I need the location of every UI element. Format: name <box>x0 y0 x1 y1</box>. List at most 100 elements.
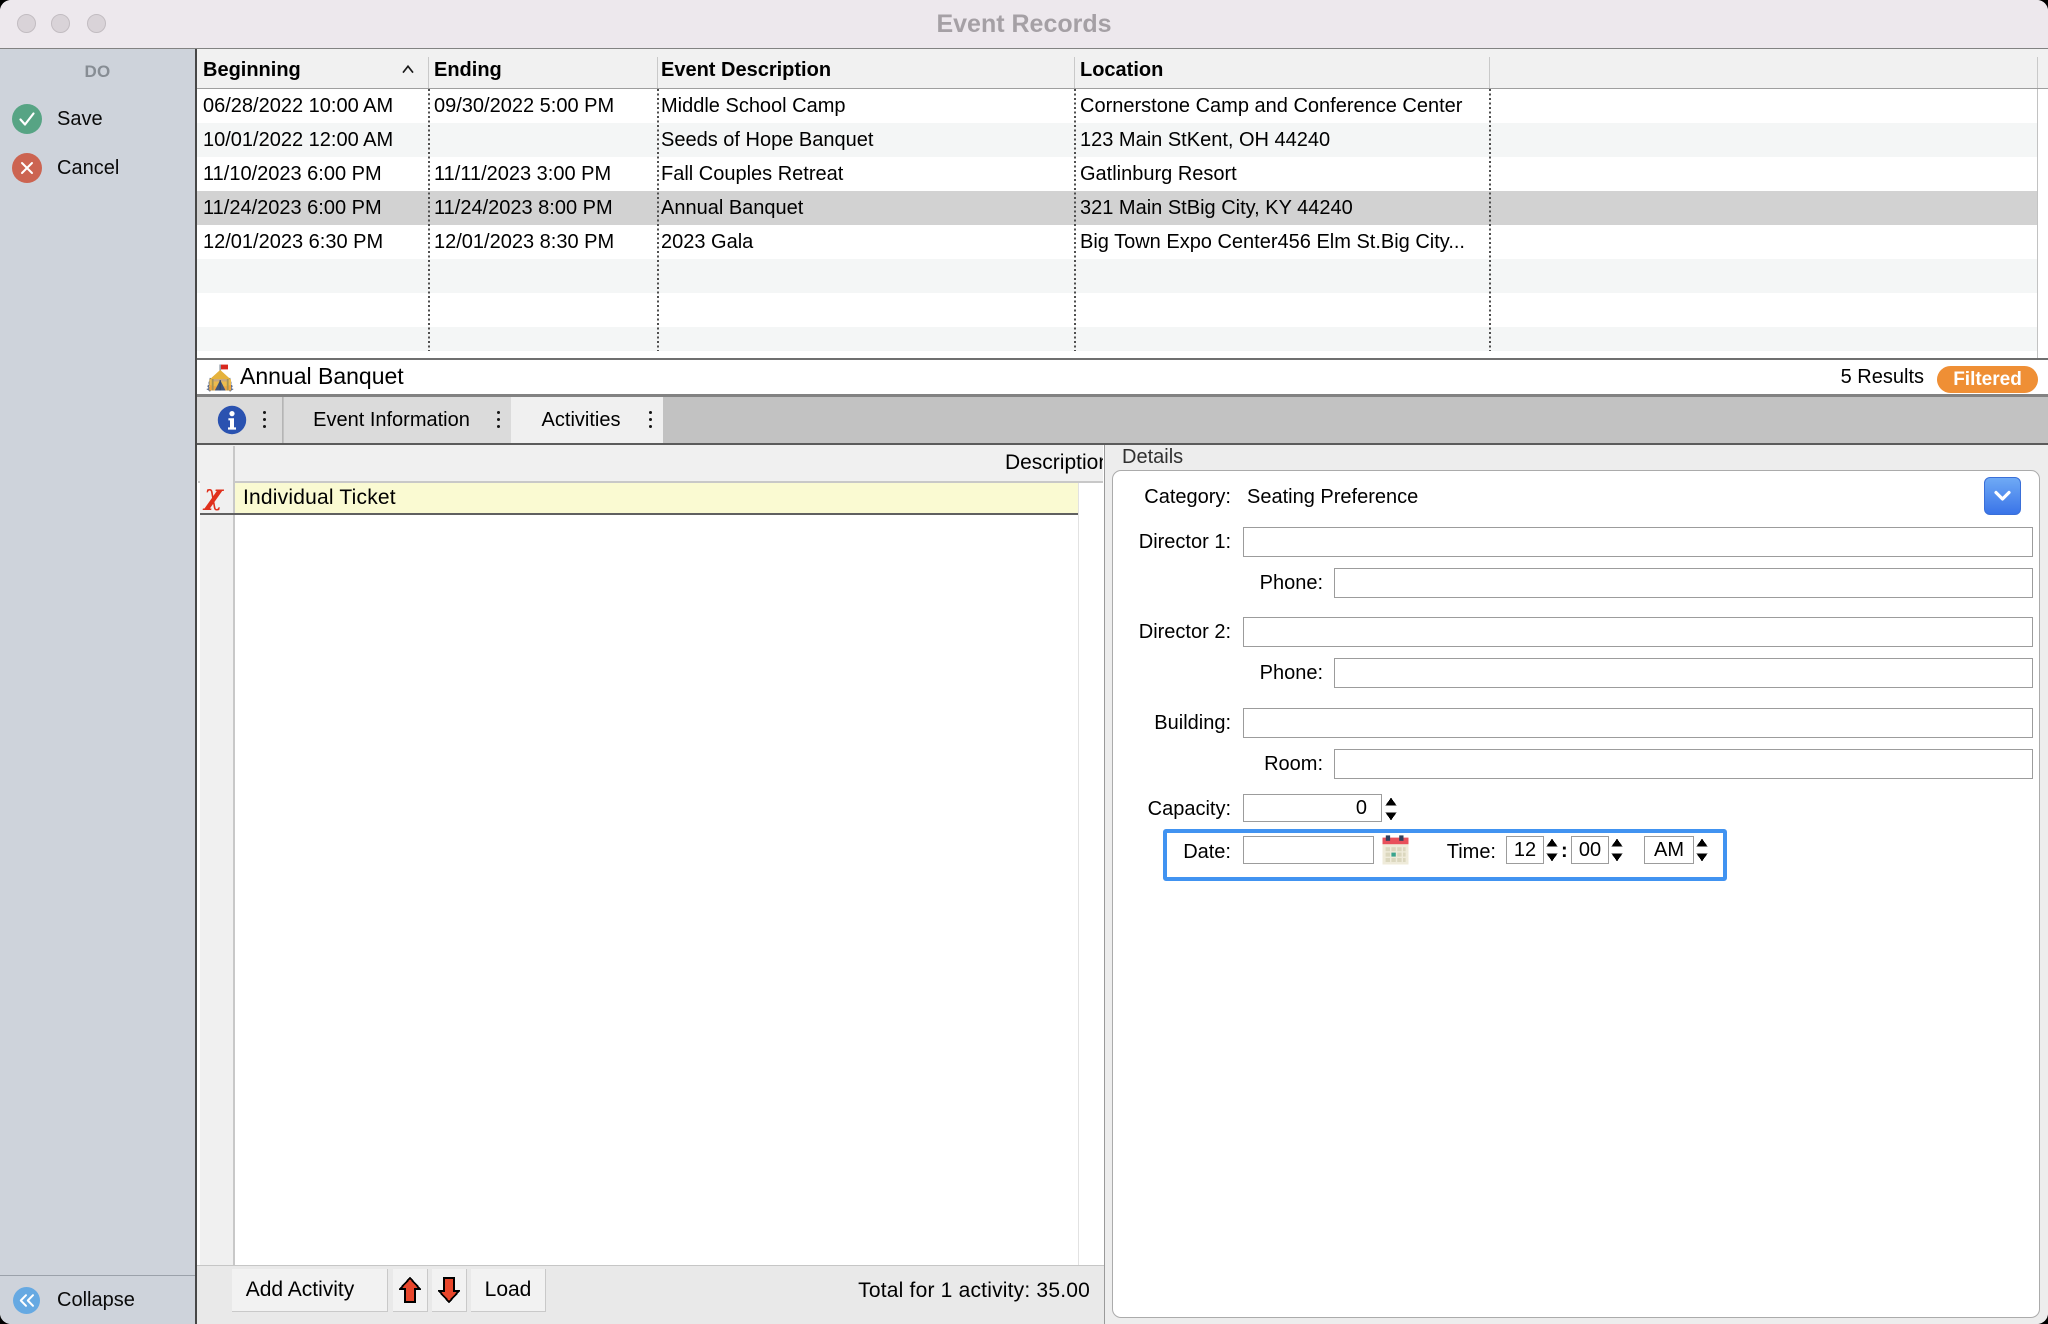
building-label: Building: <box>1154 712 1231 734</box>
table-row[interactable]: 10/01/2022 12:00 AM Seeds of Hope Banque… <box>197 123 2037 157</box>
activities-list-header: Description <box>197 445 1103 481</box>
time-minute-stepper[interactable] <box>1611 838 1623 867</box>
phone2-label: Phone: <box>1259 662 1323 684</box>
column-header-location[interactable]: Location <box>1080 59 1163 82</box>
cancel-button-label: Cancel <box>57 157 120 179</box>
table-scrollbar-track[interactable] <box>2037 89 2048 358</box>
minimize-window-button[interactable] <box>50 14 70 33</box>
tab-event-information[interactable]: Event Information <box>284 397 511 443</box>
cancel-x-icon <box>12 153 42 183</box>
tab-activities-menu-icon[interactable] <box>649 411 653 428</box>
activities-list-panel: Description χ Individual Ticket Add Acti… <box>197 445 1105 1324</box>
move-up-button[interactable] <box>393 1269 428 1312</box>
tab-event-information-label: Event Information <box>313 409 470 431</box>
zoom-window-button[interactable] <box>86 14 106 33</box>
sort-ascending-icon <box>401 62 415 80</box>
info-menu-dots-icon[interactable] <box>263 411 267 428</box>
cell-ending <box>434 123 659 157</box>
description-column-header[interactable]: Description <box>1005 445 1103 481</box>
cell-beginning: 10/01/2022 12:00 AM <box>203 129 394 151</box>
results-count: 5 Results <box>1840 366 1924 388</box>
collapse-button-label: Collapse <box>57 1289 135 1311</box>
table-row[interactable]: 12/01/2023 6:30 PM 12/01/2023 8:30 PM 20… <box>197 225 2037 259</box>
save-button[interactable]: Save <box>12 104 195 134</box>
category-value: Seating Preference <box>1247 486 1419 508</box>
time-minute-input[interactable] <box>1571 836 1609 864</box>
date-input[interactable] <box>1243 836 1374 864</box>
director1-label: Director 1: <box>1138 531 1231 553</box>
time-meridiem-input[interactable] <box>1644 836 1694 864</box>
info-icon[interactable] <box>217 405 247 435</box>
capacity-input[interactable] <box>1243 794 1382 822</box>
sidebar <box>0 49 195 1324</box>
event-records-window: Event Records DO Save Cancel Collapse Be… <box>0 0 2048 1324</box>
date-label: Date: <box>1183 841 1231 863</box>
table-row[interactable]: 06/28/2022 10:00 AM 09/30/2022 5:00 PM M… <box>197 89 2037 123</box>
cell-ending: 12/01/2023 8:30 PM <box>434 231 615 253</box>
director1-input[interactable] <box>1243 527 2033 557</box>
window-title: Event Records <box>936 10 1112 38</box>
building-input[interactable] <box>1243 708 2033 738</box>
cell-description: Middle School Camp <box>661 95 846 117</box>
director2-label: Director 2: <box>1138 621 1231 643</box>
activity-description[interactable]: Individual Ticket <box>235 483 1078 513</box>
column-header-description[interactable]: Event Description <box>661 59 831 82</box>
tab-event-information-menu-icon[interactable] <box>497 411 501 428</box>
time-hour-input[interactable] <box>1506 836 1544 864</box>
sidebar-header: DO <box>84 62 111 81</box>
column-header-ending[interactable]: Ending <box>434 59 502 82</box>
capacity-stepper[interactable] <box>1385 797 1397 826</box>
info-segment <box>197 397 283 443</box>
activity-row[interactable]: Individual Ticket <box>235 483 1078 513</box>
close-window-button[interactable] <box>16 14 36 33</box>
cell-ending: 11/11/2023 3:00 PM <box>434 163 612 185</box>
director2-input[interactable] <box>1243 617 2033 647</box>
record-status-bar: Annual Banquet 5 Results Filtered <box>197 360 2048 394</box>
title-bar: Event Records <box>0 0 2048 49</box>
cell-location: Big Town Expo Center456 Elm St.Big City.… <box>1080 231 1465 253</box>
time-hour-stepper[interactable] <box>1546 838 1558 867</box>
status-record-title: Annual Banquet <box>240 363 404 389</box>
cell-location: Gatlinburg Resort <box>1080 163 1237 185</box>
load-button[interactable]: Load <box>471 1269 546 1312</box>
cell-location: 321 Main StBig City, KY 44240 <box>1080 197 1353 219</box>
activities-gutter <box>200 446 233 1265</box>
cell-description: Fall Couples Retreat <box>661 163 844 185</box>
move-down-button[interactable] <box>432 1269 467 1312</box>
save-button-label: Save <box>57 108 103 130</box>
activities-toolbar: Add Activity Load Total for 1 activity: … <box>197 1265 1104 1324</box>
sidebar-bottom-divider <box>0 1275 195 1276</box>
tab-bar: Event Information Activities <box>197 397 2048 443</box>
cell-beginning: 12/01/2023 6:30 PM <box>203 231 384 253</box>
collapse-button[interactable]: Collapse <box>13 1287 195 1315</box>
cell-beginning: 06/28/2022 10:00 AM <box>203 95 394 117</box>
phone2-input[interactable] <box>1334 658 2033 688</box>
tab-activities-label: Activities <box>541 409 621 431</box>
activities-total: Total for 1 activity: 35.00 <box>858 1279 1090 1302</box>
column-header-beginning[interactable]: Beginning <box>203 59 301 82</box>
cell-beginning: 11/10/2023 6:00 PM <box>203 163 382 185</box>
cell-location: 123 Main StKent, OH 44240 <box>1080 129 1331 151</box>
collapse-chevrons-icon <box>13 1287 40 1314</box>
phone1-label: Phone: <box>1259 572 1323 594</box>
room-input[interactable] <box>1334 749 2033 779</box>
capacity-label: Capacity: <box>1147 798 1231 820</box>
cancel-button[interactable]: Cancel <box>12 153 195 183</box>
table-row-selected[interactable]: 11/24/2023 6:00 PM 11/24/2023 8:00 PM An… <box>197 191 2037 225</box>
category-label: Category: <box>1144 486 1231 508</box>
phone1-input[interactable] <box>1334 568 2033 598</box>
delete-activity-icon[interactable]: χ <box>197 479 230 510</box>
category-dropdown-button[interactable] <box>1984 477 2021 515</box>
room-label: Room: <box>1264 753 1323 775</box>
time-meridiem-stepper[interactable] <box>1696 838 1708 867</box>
cell-description: Seeds of Hope Banquet <box>661 129 874 151</box>
tab-activities[interactable]: Activities <box>511 397 663 443</box>
add-activity-button[interactable]: Add Activity <box>232 1269 388 1312</box>
cell-description: Annual Banquet <box>661 197 804 219</box>
time-colon: : <box>1561 840 1568 862</box>
filtered-badge[interactable]: Filtered <box>1937 366 2038 393</box>
cell-location: Cornerstone Camp and Conference Center <box>1080 95 1463 117</box>
cell-description: 2023 Gala <box>661 231 754 253</box>
save-check-icon <box>12 104 42 134</box>
table-row[interactable]: 11/10/2023 6:00 PM 11/11/2023 3:00 PM Fa… <box>197 157 2037 191</box>
